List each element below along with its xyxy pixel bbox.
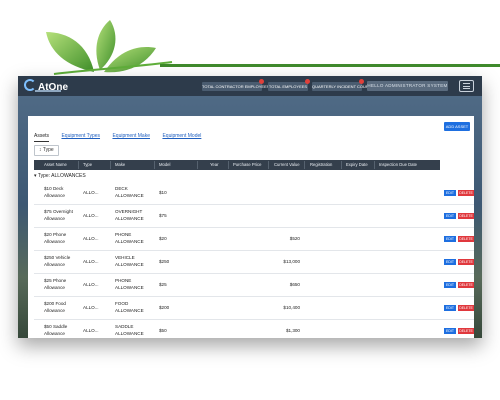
cell-model: $20	[159, 236, 167, 241]
edit-button[interactable]: EDIT	[444, 213, 456, 219]
column-header[interactable]: Year	[210, 160, 218, 170]
cell-type: ALLO...	[83, 282, 99, 287]
column-header[interactable]: Asset Name	[44, 160, 67, 170]
assets-panel: Assets Equipment Types Equipment Make Eq…	[28, 116, 474, 338]
tab-equipment-make[interactable]: Equipment Make	[112, 131, 150, 141]
cell-current-value: $10,400	[283, 305, 300, 310]
cell-type: ALLO...	[83, 236, 99, 241]
column-header[interactable]: Current Value	[274, 160, 300, 170]
cell-name: $200 Food Allowance	[44, 301, 66, 313]
cell-type: ALLO...	[83, 305, 99, 310]
button-label: QUARTERLY INCIDENT COUNT	[312, 84, 372, 89]
cell-current-value: $1,300	[285, 328, 300, 333]
quarterly-incident-count-button[interactable]: QUARTERLY INCIDENT COUNT	[312, 79, 371, 91]
cell-current-value: $13,000	[283, 259, 300, 264]
button-label: TOTAL EMPLOYEES	[268, 84, 308, 89]
cell-current-value: $650	[289, 282, 300, 287]
edit-button[interactable]: EDIT	[444, 328, 456, 334]
cell-model: $75	[159, 213, 167, 218]
group-by-chip[interactable]: ↕ Type	[34, 145, 59, 156]
cell-name: $250 Vehicle Allowance	[44, 255, 71, 267]
app-screenshot-frame: AtOne TOTAL CONTRACTOR EMPLOYEES TOTAL E…	[18, 76, 482, 338]
hamburger-menu-icon[interactable]	[459, 80, 474, 92]
group-label: Type: ALLOWANCES	[37, 173, 86, 179]
cell-name: $20 Phone Allowance	[44, 232, 67, 244]
tab-bar: Assets Equipment Types Equipment Make Eq…	[34, 124, 209, 142]
edit-button[interactable]: EDIT	[444, 236, 456, 242]
table-row[interactable]: $50 Saddle Allowance ALLO... SADDLE ALLOWA…	[34, 320, 474, 338]
table-row[interactable]: $10 Deck Allowance ALLO... DECK ALLOWANCE $…	[34, 182, 474, 205]
total-employees-button[interactable]: TOTAL EMPLOYEES	[268, 79, 310, 91]
total-contractor-employees-button[interactable]: TOTAL CONTRACTOR EMPLOYEES	[202, 79, 269, 91]
edit-button[interactable]: EDIT	[444, 305, 456, 311]
column-header[interactable]: Purchase Price	[233, 160, 261, 170]
cell-type: ALLO...	[83, 213, 99, 218]
top-navbar: AtOne TOTAL CONTRACTOR EMPLOYEES TOTAL E…	[18, 76, 482, 96]
cell-make: PHONE ALLOWANCE	[115, 232, 144, 244]
cell-model: $200	[159, 305, 170, 310]
cell-name: $10 Deck Allowance	[44, 186, 65, 198]
leaf-logo-icon	[46, 20, 173, 75]
edit-button[interactable]: EDIT	[444, 190, 456, 196]
cell-type: ALLO...	[83, 328, 99, 333]
delete-button[interactable]: DELETE	[458, 190, 474, 196]
column-header[interactable]: Model	[159, 160, 170, 170]
cell-current-value: $520	[289, 236, 300, 241]
cell-name: $25 Phone Allowance	[44, 278, 67, 290]
table-body: $10 Deck Allowance ALLO... DECK ALLOWANCE $…	[34, 182, 474, 338]
table-row[interactable]: $200 Food Allowance ALLO... FOOD ALLOWANCE…	[34, 297, 474, 320]
add-asset-button[interactable]: ADD ASSET	[444, 122, 470, 131]
button-label: TOTAL CONTRACTOR EMPLOYEES	[202, 84, 270, 89]
delete-button[interactable]: DELETE	[458, 236, 474, 242]
cell-type: ALLO...	[83, 190, 99, 195]
cell-make: PHONE ALLOWANCE	[115, 278, 144, 290]
column-header[interactable]: Type	[83, 160, 92, 170]
column-header[interactable]: Expiry Date	[346, 160, 368, 170]
chip-label: Type	[42, 147, 54, 153]
cell-name: $75 Overnight Allowance	[44, 209, 73, 221]
column-header[interactable]: Make	[115, 160, 125, 170]
cell-model: $250	[159, 259, 170, 264]
cell-model: $50	[159, 328, 167, 333]
delete-button[interactable]: DELETE	[458, 305, 474, 311]
table-row[interactable]: $25 Phone Allowance ALLO... PHONE ALLOWANC…	[34, 274, 474, 297]
column-header[interactable]: Registration	[310, 160, 332, 170]
column-header[interactable]: Inspection Due Date	[379, 160, 417, 170]
group-header-row[interactable]: ▾ Type: ALLOWANCES	[34, 172, 474, 181]
user-greeting[interactable]: HELLO ADMINISTRATOR SYSTEM	[367, 81, 448, 91]
notification-badge	[305, 79, 310, 84]
tab-assets[interactable]: Assets	[34, 131, 50, 142]
cell-model: $10	[159, 190, 167, 195]
cell-make: VEHICLE ALLOWANCE	[115, 255, 144, 267]
notification-badge	[259, 79, 264, 84]
table-row[interactable]: $75 Overnight Allowance ALLO... OVERNIGHT …	[34, 205, 474, 228]
notification-badge	[359, 79, 364, 84]
cell-make: SADDLE ALLOWANCE	[115, 324, 144, 336]
cell-name: $50 Saddle Allowance	[44, 324, 68, 336]
table-row[interactable]: $20 Phone Allowance ALLO... PHONE ALLOWANC…	[34, 228, 474, 251]
table-row[interactable]: $250 Vehicle Allowance ALLO... VEHICLE ALL…	[34, 251, 474, 274]
delete-button[interactable]: DELETE	[458, 259, 474, 265]
cell-make: FOOD ALLOWANCE	[115, 301, 144, 313]
accent-line	[160, 64, 500, 67]
logo-tagline	[35, 90, 61, 92]
cell-make: OVERNIGHT ALLOWANCE	[115, 209, 144, 221]
delete-button[interactable]: DELETE	[458, 328, 474, 334]
tab-equipment-model[interactable]: Equipment Model	[162, 131, 201, 141]
cell-type: ALLO...	[83, 259, 99, 264]
edit-button[interactable]: EDIT	[444, 282, 456, 288]
cell-make: DECK ALLOWANCE	[115, 186, 144, 198]
table-header: Asset Name Type Make Model Year Purchase…	[34, 160, 440, 170]
edit-button[interactable]: EDIT	[444, 259, 456, 265]
delete-button[interactable]: DELETE	[458, 213, 474, 219]
delete-button[interactable]: DELETE	[458, 282, 474, 288]
cell-model: $25	[159, 282, 167, 287]
tab-equipment-types[interactable]: Equipment Types	[61, 131, 100, 141]
